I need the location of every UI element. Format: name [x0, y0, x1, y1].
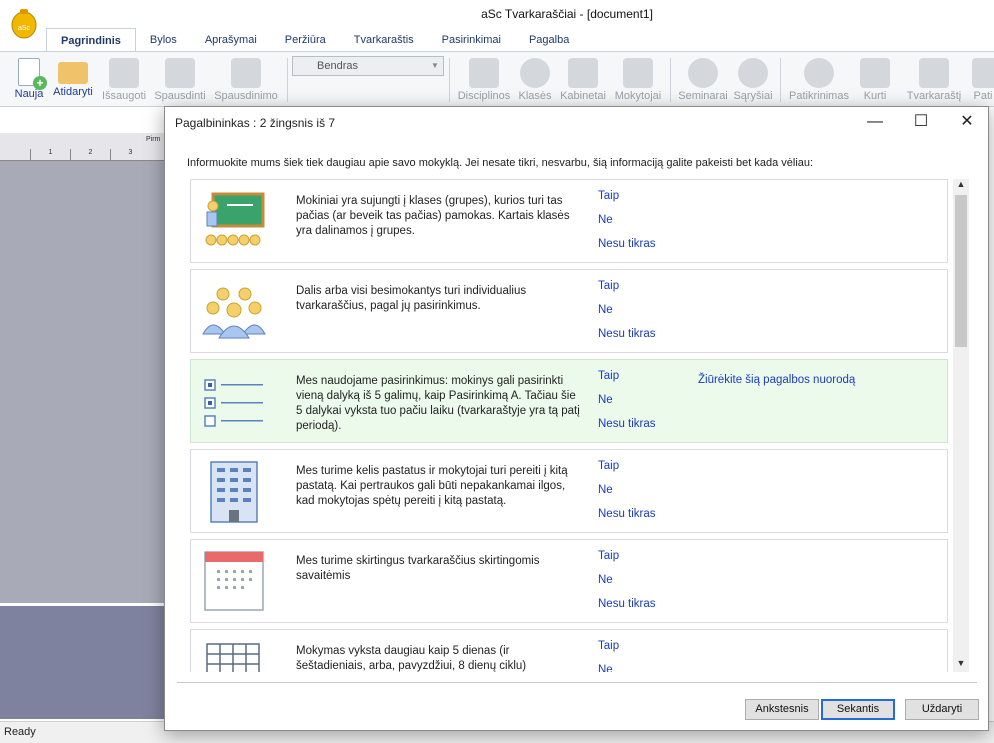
back-button[interactable]: Ankstesnis — [745, 699, 819, 720]
option-no[interactable]: Ne — [598, 214, 613, 226]
ribbon-toolbar: Nauja Atidaryti Išsaugoti Spausdinti Spa… — [0, 51, 994, 107]
calendar-icon — [204, 551, 264, 611]
option-no[interactable]: Ne — [598, 484, 613, 496]
title-bar: aSc aSc Tvarkaraščiai - [document1] — [0, 0, 994, 39]
checklist-icon — [204, 379, 263, 427]
option-yes[interactable]: Taip — [598, 550, 619, 562]
seminar-icon — [688, 58, 718, 88]
relations-button[interactable]: Sąryšiai — [732, 52, 774, 102]
more-icon — [972, 58, 994, 88]
print-preview-icon — [231, 58, 261, 88]
timetable-grid-header: Pirm 1 2 3 — [0, 133, 166, 161]
next-button[interactable]: Sekantis — [821, 699, 895, 720]
scroll-up-icon[interactable]: ▲ — [953, 179, 969, 193]
ribbon-tabs: Pagrindinis Bylos Aprašymai Peržiūra Tva… — [46, 28, 583, 52]
window-title: aSc Tvarkaraščiai - [document1] — [481, 7, 653, 21]
teachers-button[interactable]: Mokytojai — [611, 52, 665, 102]
option-no[interactable]: Ne — [598, 394, 613, 406]
new-document-icon — [18, 58, 47, 90]
maximize-button[interactable]: ☐ — [898, 107, 944, 137]
tab-bylos[interactable]: Bylos — [136, 28, 191, 52]
tab-aprasymai[interactable]: Aprašymai — [191, 28, 271, 52]
option-unsure[interactable]: Nesu tikras — [598, 508, 656, 520]
view-select[interactable]: Bendras ▼ — [292, 56, 444, 76]
print-preview-button[interactable]: Spausdinimo — [212, 52, 280, 102]
list-item: Mes turime skirtingus tvarkaraščius skir… — [190, 539, 948, 623]
classroom-icon — [205, 192, 265, 246]
ribbon-separator — [670, 58, 671, 102]
scroll-thumb[interactable] — [955, 195, 967, 347]
printer-icon — [165, 58, 195, 88]
bottom-panel — [0, 606, 166, 719]
check-badge-icon — [804, 58, 834, 88]
save-button[interactable]: Išsaugoti — [100, 52, 148, 102]
print-button[interactable]: Spausdinti — [151, 52, 209, 102]
more-button[interactable]: Pati — [972, 52, 994, 102]
option-yes[interactable]: Taip — [598, 370, 619, 382]
subjects-button[interactable]: Disciplinos — [455, 52, 513, 102]
network-icon — [738, 58, 768, 88]
option-yes[interactable]: Taip — [598, 280, 619, 292]
option-yes[interactable]: Taip — [598, 190, 619, 202]
generate-button[interactable]: Kurti — [857, 52, 893, 102]
list-item: Mokiniai yra sujungti į klases (grupes),… — [190, 179, 948, 263]
ribbon-separator — [449, 58, 450, 102]
minimize-button[interactable]: — — [852, 107, 898, 137]
option-unsure[interactable]: Nesu tikras — [598, 238, 656, 250]
timetable-button[interactable]: Tvarkaraštį — [904, 52, 964, 102]
dialog-title: Pagalbininkas : 2 žingsnis iš 7 — [175, 116, 336, 130]
open-button[interactable]: Atidaryti — [50, 52, 96, 98]
building-icon — [210, 461, 258, 523]
ribbon-separator — [780, 58, 781, 102]
list-item: Dalis arba visi besimokantys turi indivi… — [190, 269, 948, 353]
scroll-down-icon[interactable]: ▼ — [953, 658, 969, 672]
timetable-bell-icon — [919, 58, 949, 88]
graduation-cap-icon — [623, 58, 653, 88]
close-window-button[interactable]: ✕ — [944, 107, 990, 137]
seminars-button[interactable]: Seminarai — [677, 52, 729, 102]
classes-button[interactable]: Klasės — [516, 52, 554, 102]
option-unsure[interactable]: Nesu tikras — [598, 418, 656, 430]
bell-icon — [860, 58, 890, 88]
new-button[interactable]: Nauja — [12, 52, 47, 100]
option-no[interactable]: Ne — [598, 574, 613, 586]
tab-perziura[interactable]: Peržiūra — [271, 28, 340, 52]
option-unsure[interactable]: Nesu tikras — [598, 598, 656, 610]
grid-days-icon — [206, 643, 260, 672]
book-icon — [469, 58, 499, 88]
option-no[interactable]: Ne — [598, 664, 613, 672]
check-button[interactable]: Patikrinimas — [787, 52, 851, 102]
tab-pasirinkimai[interactable]: Pasirinkimai — [428, 28, 515, 52]
door-icon — [568, 58, 598, 88]
option-unsure[interactable]: Nesu tikras — [598, 328, 656, 340]
list-item: Mes turime kelis pastatus ir mokytojai t… — [190, 449, 948, 533]
students-icon — [520, 58, 550, 88]
ribbon-separator — [287, 58, 288, 102]
tab-tvarkarastis[interactable]: Tvarkaraštis — [340, 28, 428, 52]
dialog-divider — [177, 682, 977, 683]
vertical-scrollbar[interactable]: ▲ ▼ — [953, 179, 969, 672]
svg-text:aSc: aSc — [18, 25, 31, 32]
list-item: Mes naudojame pasirinkimus: mokinys gali… — [190, 359, 948, 443]
wizard-dialog: Pagalbininkas : 2 žingsnis iš 7 — ☐ ✕ In… — [164, 106, 989, 731]
close-button[interactable]: Uždaryti — [905, 699, 979, 720]
chevron-down-icon: ▼ — [431, 61, 439, 70]
folder-icon — [58, 62, 88, 84]
save-icon — [109, 58, 139, 88]
help-link[interactable]: Žiūrėkite šią pagalbos nuorodą — [698, 374, 855, 386]
dialog-intro: Informuokite mums šiek tiek daugiau apie… — [187, 157, 814, 169]
timetable-grid-background — [0, 133, 166, 603]
rooms-button[interactable]: Kabinetai — [557, 52, 609, 102]
question-list: Mokiniai yra sujungti į klases (grupes),… — [190, 179, 950, 672]
students-group-icon — [202, 287, 266, 339]
option-no[interactable]: Ne — [598, 304, 613, 316]
option-yes[interactable]: Taip — [598, 460, 619, 472]
list-item: Mokymas vyksta daugiau kaip 5 dienas (ir… — [190, 629, 948, 672]
tab-pagrindinis[interactable]: Pagrindinis — [46, 28, 136, 52]
tab-pagalba[interactable]: Pagalba — [515, 28, 583, 52]
option-yes[interactable]: Taip — [598, 640, 619, 652]
